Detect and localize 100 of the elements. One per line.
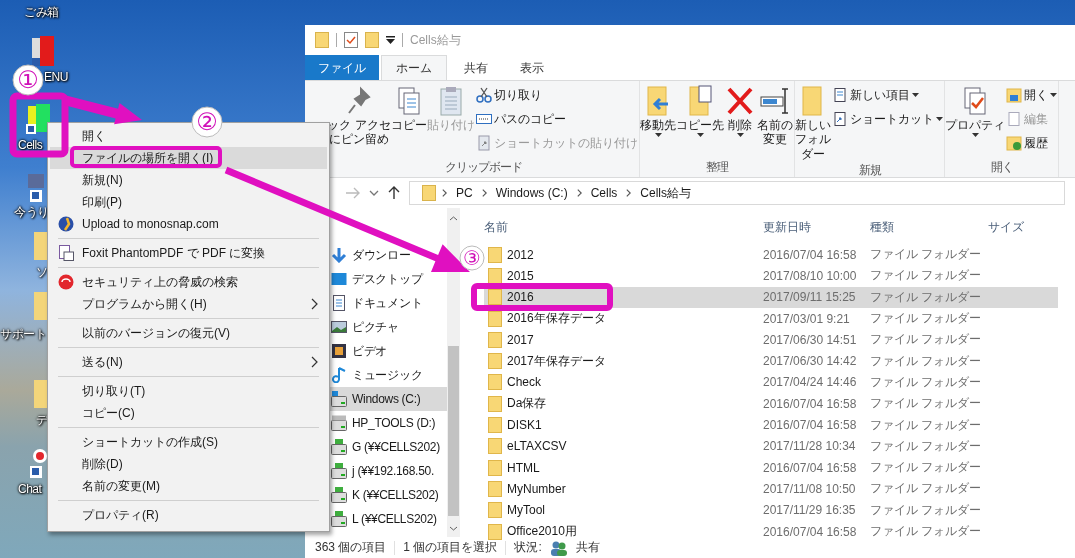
caret-icon (1050, 93, 1057, 97)
file-name: eLTAXCSV (507, 439, 567, 454)
file-name: 2015 (507, 268, 534, 283)
step-number: ② (191, 106, 223, 138)
file-row[interactable]: 2015 2017/08/10 10:00 ファイル フォルダー (484, 265, 1058, 287)
caret-icon (971, 133, 979, 138)
ribbon-button[interactable]: 開く (1005, 84, 1058, 106)
scrollbar[interactable] (447, 208, 460, 537)
caret-icon (936, 117, 943, 121)
file-type: ファイル フォルダー (870, 331, 982, 349)
column-header[interactable]: 更新日時 (763, 219, 811, 236)
modified-date: 2017/11/29 16:35 (763, 503, 856, 518)
file-type: ファイル フォルダー (870, 246, 982, 264)
ribbon-button[interactable]: 移動先 (640, 84, 676, 139)
folder-icon (488, 310, 502, 327)
modified-date: 2017/08/10 10:00 (763, 268, 857, 283)
file-row[interactable]: Da保存 2016/07/04 16:58 ファイル フォルダー (484, 393, 1058, 415)
desktop-icon-label[interactable]: ENU (44, 70, 68, 84)
file-row[interactable]: MyNumber 2017/11/08 10:50 ファイル フォルダー (484, 478, 1058, 500)
modified-date: 2017/06/30 14:42 (763, 354, 857, 369)
breadcrumb[interactable]: Cells給与 (637, 184, 695, 202)
column-header[interactable]: サイズ (988, 219, 1024, 236)
folder-icon (488, 246, 502, 263)
ribbon-button[interactable]: コピー先 (676, 84, 724, 139)
drive-icon (331, 391, 347, 407)
breadcrumb[interactable]: PC (453, 186, 476, 200)
ribbon-tab[interactable]: 共有 (449, 55, 503, 80)
ribbon-tab[interactable]: ファイル (305, 55, 379, 80)
ribbon-button[interactable]: 切り取り (475, 84, 639, 106)
chevron-right-icon[interactable] (442, 189, 447, 197)
caret-icon (736, 133, 744, 138)
file-name: Office2010用 (507, 523, 577, 540)
up-arrow-icon[interactable] (387, 186, 401, 200)
breadcrumb[interactable]: Cells (587, 186, 621, 200)
folder-icon (488, 267, 502, 284)
file-row[interactable]: HTML 2016/07/04 16:58 ファイル フォルダー (484, 456, 1058, 479)
folder-icon (488, 331, 502, 348)
app-icon[interactable] (30, 446, 47, 480)
file-row[interactable]: 2016 2017/09/11 15:25 ファイル フォルダー (484, 286, 1058, 308)
menu-item[interactable]: Foxit PhantomPDF で PDF に変換 (50, 242, 327, 264)
scissors-icon (476, 87, 492, 103)
chevron-right-icon[interactable] (576, 189, 582, 197)
file-type: ファイル フォルダー (870, 480, 982, 498)
file-type: ファイル フォルダー (870, 352, 982, 370)
file-type: ファイル フォルダー (870, 373, 982, 391)
music-note-icon (331, 367, 347, 383)
file-name: 2016 (507, 290, 534, 305)
file-row[interactable]: DISK1 2016/07/04 16:58 ファイル フォルダー (484, 414, 1058, 436)
modified-date: 2016/07/04 16:58 (763, 460, 857, 475)
ribbon-button[interactable]: コピー (391, 84, 427, 134)
selection-count: 1 個の項目を選択 (403, 539, 498, 556)
chevron-right-icon[interactable] (626, 189, 632, 197)
network-drive-icon (331, 511, 347, 527)
file-name: 2016年保存データ (507, 310, 606, 328)
file-row[interactable]: 2017 2017/06/30 14:51 ファイル フォルダー (484, 329, 1058, 351)
ribbon-button[interactable]: パスのコピー (475, 108, 639, 130)
sharing-status: 共有 (575, 539, 600, 556)
ribbon-button[interactable]: 履歴 (1005, 132, 1058, 154)
network-drive-icon (331, 439, 347, 455)
modified-date: 2016/07/04 16:58 (763, 524, 857, 539)
folder-icon (488, 374, 502, 391)
file-row[interactable]: 2012 2016/07/04 16:58 ファイル フォルダー (484, 244, 1058, 266)
column-header[interactable]: 名前 (484, 219, 508, 236)
ribbon-tab[interactable]: ホーム (381, 55, 447, 80)
column-header[interactable]: 種類 (870, 219, 894, 236)
breadcrumb[interactable]: Windows (C:) (492, 186, 571, 200)
ribbon-button[interactable]: 名前の変更 (756, 84, 794, 148)
desktop-icon-label[interactable]: ごみ箱 (24, 4, 59, 21)
path-icon (476, 111, 492, 127)
ribbon-button[interactable]: 新しい項目 (831, 84, 944, 106)
file-type: ファイル フォルダー (870, 310, 982, 328)
file-row[interactable]: 2016年保存データ 2017/03/01 9:21 ファイル フォルダー (484, 307, 1058, 330)
dropdown-icon[interactable] (386, 36, 395, 44)
folder-icon (1006, 87, 1022, 103)
menu-item[interactable]: 新規(N) (50, 169, 327, 191)
file-row[interactable]: 2017年保存データ 2017/06/30 14:42 ファイル フォルダー (484, 350, 1058, 372)
ribbon-button[interactable]: プロパティ (945, 84, 1005, 139)
ribbon-group-label: クリップボード (443, 159, 523, 176)
ribbon-button[interactable]: 新しいフォルダー (795, 84, 831, 163)
ribbon-button[interactable]: 削除 (724, 84, 756, 139)
modified-date: 2016/07/04 16:58 (763, 418, 857, 432)
history-icon (1006, 135, 1022, 151)
file-row[interactable]: Check 2017/04/24 14:46 ファイル フォルダー (484, 371, 1058, 394)
menu-item[interactable]: セキュリティ上の脅威の検索 (50, 271, 327, 293)
file-row[interactable]: eLTAXCSV 2017/11/28 10:34 ファイル フォルダー (484, 435, 1058, 457)
modified-date: 2017/09/11 15:25 (763, 290, 856, 305)
menu-item[interactable]: 印刷(P) (50, 191, 327, 213)
file-row[interactable]: MyTool 2017/11/29 16:35 ファイル フォルダー (484, 499, 1058, 521)
ribbon-button[interactable]: ショートカット (831, 108, 944, 130)
checkmark-document-icon[interactable] (344, 32, 358, 48)
chevron-right-icon[interactable] (481, 189, 487, 197)
document-icon (58, 245, 74, 261)
modified-date: 2017/11/28 10:34 (763, 439, 856, 454)
desktop-icon-label[interactable]: Cells (18, 138, 43, 152)
file-type: ファイル フォルダー (870, 459, 982, 477)
ribbon-tab[interactable]: 表示 (505, 55, 559, 80)
menu-item[interactable]: Upload to monosnap.com (50, 213, 327, 235)
address-bar[interactable]: PC Windows (C:) Cells Cells給与 (409, 181, 1065, 205)
chevron-down-icon[interactable] (369, 189, 379, 197)
swirl-icon (58, 274, 74, 290)
